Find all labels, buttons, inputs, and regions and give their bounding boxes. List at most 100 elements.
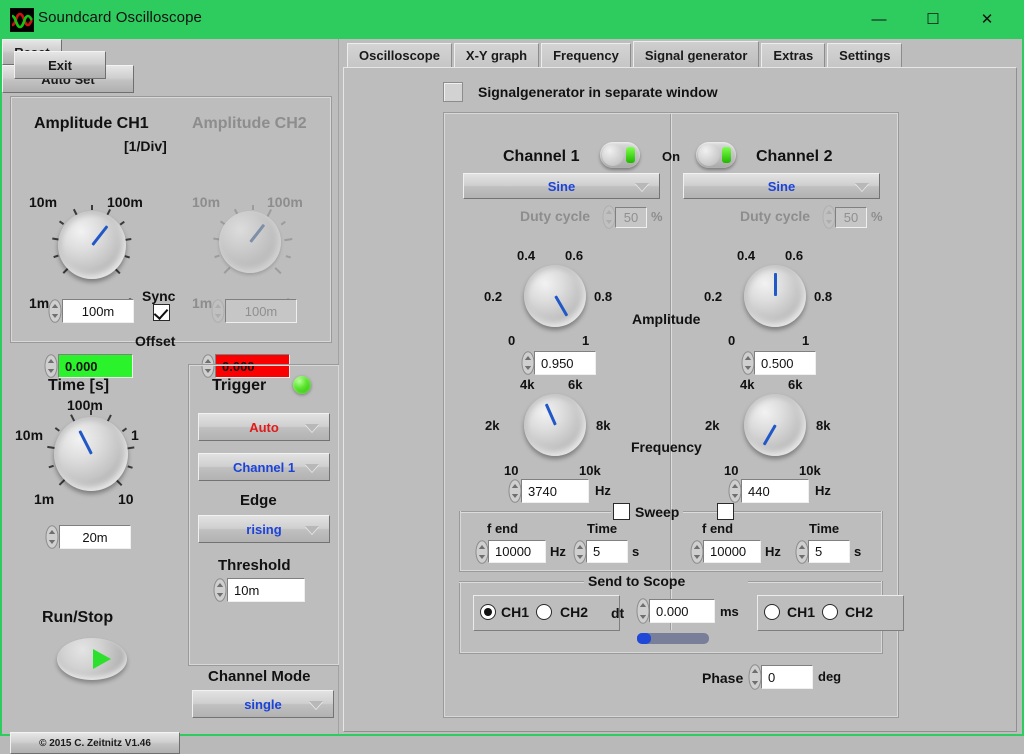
amplitude-ch1-value[interactable]: 100m: [62, 299, 134, 323]
channel2-enable-toggle[interactable]: [696, 142, 736, 168]
channel2-waveform-dropdown[interactable]: Sine: [683, 173, 880, 199]
close-button[interactable]: ✕: [964, 0, 1010, 39]
tab-signal-generator[interactable]: Signal generator: [632, 41, 760, 68]
tab-x-y-graph[interactable]: X-Y graph: [453, 43, 540, 68]
time-spinner[interactable]: [45, 525, 59, 549]
ch2-amp-scale-1: 1: [802, 333, 810, 348]
trigger-mode-dropdown[interactable]: Auto: [198, 413, 330, 441]
ch1-freq-scale-6k: 6k: [568, 377, 583, 392]
dt-slider-thumb[interactable]: [637, 633, 651, 644]
channel1-fend-spinner[interactable]: [475, 540, 489, 564]
channel2-amplitude-knob[interactable]: [744, 265, 806, 327]
trigger-title: Trigger: [212, 377, 267, 394]
amplitude-unit-label: [1/Div]: [124, 138, 167, 154]
maximize-button[interactable]: ☐: [910, 0, 956, 39]
tab-oscilloscope[interactable]: Oscilloscope: [347, 43, 452, 68]
offset-ch1-value[interactable]: 0.000: [58, 354, 133, 378]
dt-spinner[interactable]: [636, 598, 650, 624]
channel1-sweep-time-spinner[interactable]: [573, 540, 587, 564]
trigger-threshold-value[interactable]: 10m: [227, 578, 305, 602]
channel1-amplitude-value[interactable]: 0.950: [534, 351, 596, 375]
time-value[interactable]: 20m: [59, 525, 131, 549]
amplitude-section-label: Amplitude: [632, 311, 701, 327]
channel-mode-dropdown[interactable]: single: [192, 690, 334, 718]
play-icon: [93, 649, 111, 669]
run-stop-button[interactable]: [57, 638, 127, 680]
exit-button[interactable]: Exit: [14, 51, 106, 79]
amplitude-ch1-title: Amplitude CH1: [34, 115, 149, 132]
channel1-send-ch2-radio[interactable]: [536, 604, 552, 620]
amp-ch2-scale-1m: 1m: [192, 295, 213, 311]
application-window: Soundcard Oscilloscope — ☐ ✕ Exit Amplit…: [0, 0, 1024, 754]
channel1-fend-value[interactable]: 10000: [488, 540, 546, 563]
time-knob[interactable]: [54, 417, 128, 491]
trigger-edge-value: rising: [246, 521, 282, 537]
generator-on-label: On: [662, 149, 681, 164]
separate-window-checkbox[interactable]: [443, 82, 463, 102]
channel1-frequency-value[interactable]: 3740: [521, 479, 589, 503]
amp-ch1-scale-10m: 10m: [29, 194, 58, 210]
channel1-frequency-spinner[interactable]: [508, 479, 522, 503]
channel1-title: Channel 1: [503, 148, 580, 165]
amplitude-ch1-knob[interactable]: [58, 211, 126, 279]
send-rule-right: [748, 581, 881, 582]
tab-label: Extras: [773, 48, 814, 63]
tab-label: Signal generator: [644, 47, 748, 63]
channel1-sweep-time-value[interactable]: 5: [586, 540, 628, 563]
channel1-fend-unit: Hz: [550, 544, 566, 559]
amp-ch2-scale-10m: 10m: [192, 194, 221, 210]
tab-extras[interactable]: Extras: [761, 43, 826, 68]
minimize-button[interactable]: —: [856, 0, 902, 39]
channel1-amplitude-knob[interactable]: [524, 265, 586, 327]
ch2-amp-scale-04: 0.4: [737, 248, 756, 263]
channel1-send-ch1-radio[interactable]: [480, 604, 496, 620]
trigger-source-dropdown[interactable]: Channel 1: [198, 453, 330, 481]
amp-ch1-spinner[interactable]: [48, 299, 62, 323]
ch2-freq-scale-10: 10: [724, 463, 739, 478]
tab-settings[interactable]: Settings: [827, 43, 903, 68]
channel2-send-ch2-radio[interactable]: [822, 604, 838, 620]
sync-checkbox[interactable]: [153, 304, 170, 321]
channel2-frequency-knob[interactable]: [744, 394, 806, 456]
ch2-amp-scale-08: 0.8: [814, 289, 833, 304]
channel1-fend-label: f end: [487, 521, 519, 536]
dt-value[interactable]: 0.000: [649, 599, 715, 623]
phase-value[interactable]: 0: [761, 665, 813, 689]
phase-spinner[interactable]: [748, 664, 762, 690]
knob-tick: [48, 465, 55, 469]
threshold-spinner[interactable]: [213, 578, 227, 602]
channel1-amplitude-spinner[interactable]: [521, 351, 535, 375]
send-rule-left: [459, 581, 584, 582]
channel2-fend-spinner[interactable]: [690, 540, 704, 564]
channel1-sweep-time-label: Time: [587, 521, 618, 536]
tab-frequency[interactable]: Frequency: [541, 43, 631, 68]
sync-label: Sync: [142, 288, 176, 304]
amp-ch2-scale-100m: 100m: [267, 194, 303, 210]
channel1-waveform-dropdown[interactable]: Sine: [463, 173, 660, 199]
channel2-duty-spinner: [822, 205, 836, 229]
trigger-edge-dropdown[interactable]: rising: [198, 515, 330, 543]
ch2-amp-scale-02: 0.2: [704, 289, 723, 304]
channel2-sweep-time-value[interactable]: 5: [808, 540, 850, 563]
client-area: Exit Amplitude CH1 Amplitude CH2 [1/Div]…: [2, 39, 1022, 754]
channel1-duty-cycle-value: 50: [615, 207, 647, 228]
right-pane: Oscilloscope X-Y graph Frequency Signal gen…: [339, 39, 1022, 734]
channel1-duty-cycle-label: Duty cycle: [520, 208, 591, 224]
channel2-amplitude-spinner[interactable]: [741, 351, 755, 375]
trigger-mode-value: Auto: [249, 419, 279, 435]
phase-label: Phase: [702, 670, 744, 686]
channel2-fend-value[interactable]: 10000: [703, 540, 761, 563]
channel2-frequency-spinner[interactable]: [728, 479, 742, 503]
amp-ch1-scale-1m: 1m: [29, 295, 50, 311]
amp-ch2-spinner: [211, 299, 225, 323]
channel2-send-ch1-radio[interactable]: [764, 604, 780, 620]
tab-strip: Oscilloscope X-Y graph Frequency Signal gen…: [347, 41, 904, 68]
run-stop-label: Run/Stop: [42, 609, 114, 626]
channel2-title: Channel 2: [756, 148, 833, 165]
channel2-sweep-time-spinner[interactable]: [795, 540, 809, 564]
offset-ch1-spinner[interactable]: [44, 354, 58, 378]
channel2-amplitude-value[interactable]: 0.500: [754, 351, 816, 375]
channel1-frequency-knob[interactable]: [524, 394, 586, 456]
channel1-enable-toggle[interactable]: [600, 142, 640, 168]
channel2-frequency-value[interactable]: 440: [741, 479, 809, 503]
